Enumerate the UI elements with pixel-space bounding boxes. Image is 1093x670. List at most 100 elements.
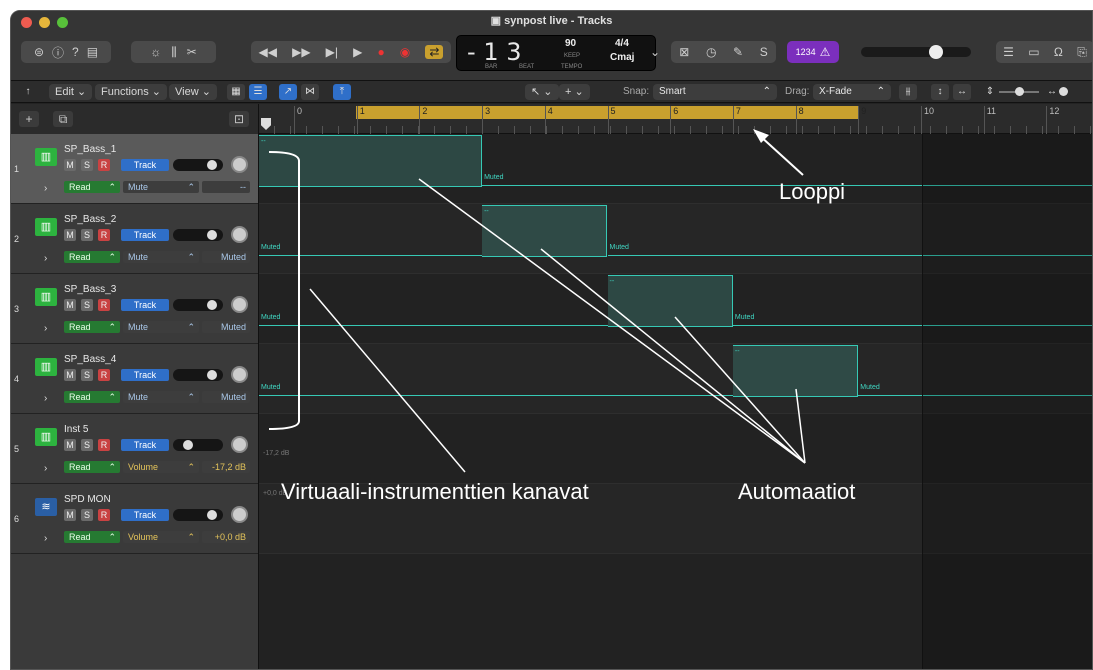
view-menu[interactable]: View ⌄ bbox=[169, 84, 217, 100]
solo-button[interactable]: S bbox=[81, 299, 93, 311]
mute-button[interactable]: M bbox=[64, 509, 76, 521]
capture-record-icon[interactable]: ◉ bbox=[400, 45, 410, 59]
toolbar-icon[interactable]: ▤ bbox=[87, 45, 98, 59]
duplicate-track-button[interactable]: ⧉ bbox=[53, 111, 73, 127]
automation-value[interactable]: +0,0 dB bbox=[202, 531, 250, 543]
track-name[interactable]: SP_Bass_4 bbox=[64, 354, 116, 365]
horizontal-zoom-knob[interactable] bbox=[1059, 87, 1068, 96]
track-automation-button[interactable]: Track bbox=[121, 509, 169, 521]
record-enable-button[interactable]: R bbox=[98, 299, 110, 311]
mute-automation-region[interactable] bbox=[259, 135, 483, 187]
solo-button[interactable]: S bbox=[81, 439, 93, 451]
grid-view-icon[interactable]: ▦ bbox=[227, 84, 245, 100]
track-name[interactable]: Inst 5 bbox=[64, 424, 88, 435]
synth-icon[interactable]: ▥ bbox=[35, 358, 57, 376]
browsers-icon[interactable]: ⎘ bbox=[1077, 45, 1087, 60]
solo-button[interactable]: S bbox=[81, 369, 93, 381]
mute-automation-region[interactable] bbox=[482, 205, 608, 257]
catch-icon[interactable]: ⤒ bbox=[333, 84, 351, 100]
master-volume-slider[interactable] bbox=[861, 41, 971, 63]
pencil-icon[interactable]: ✎ bbox=[733, 45, 743, 59]
editors-icon[interactable]: ✂ bbox=[187, 45, 197, 59]
rewind-icon[interactable]: ◀◀ bbox=[259, 45, 277, 59]
track-automation-button[interactable]: Track bbox=[121, 299, 169, 311]
track-volume-slider[interactable] bbox=[173, 159, 223, 171]
loop-browser-icon[interactable]: Ω bbox=[1054, 45, 1063, 59]
vertical-zoom-slider[interactable]: ⇕ bbox=[981, 84, 999, 100]
vertical-zoom-knob[interactable] bbox=[1015, 87, 1024, 96]
automation-line[interactable] bbox=[259, 325, 608, 326]
info-icon[interactable]: ⓘ bbox=[52, 44, 64, 61]
track-header[interactable]: 3 ▥ SP_Bass_3 M S R Track › Read ⌃ Mute ⌃ … bbox=[11, 274, 258, 344]
pencil-tool-menu[interactable]: + ⌄ bbox=[559, 84, 590, 100]
automation-parameter-select[interactable]: Volume ⌃ bbox=[123, 461, 199, 473]
record-enable-button[interactable]: R bbox=[98, 229, 110, 241]
bar-ruler[interactable]: 0 1 2 3 4 5 6 7 8 9 10 11 12 bbox=[259, 104, 1092, 134]
track-header[interactable]: 4 ▥ SP_Bass_4 M S R Track › Read ⌃ Mute ⌃ … bbox=[11, 344, 258, 414]
solo-button[interactable]: S bbox=[81, 509, 93, 521]
mute-button[interactable]: M bbox=[64, 159, 76, 171]
autopunch-icon[interactable]: ◷ bbox=[706, 45, 716, 59]
disclosure-chevron-icon[interactable]: › bbox=[44, 323, 47, 334]
record-enable-button[interactable]: R bbox=[98, 439, 110, 451]
pan-knob[interactable] bbox=[231, 436, 248, 453]
disclosure-chevron-icon[interactable]: › bbox=[44, 183, 47, 194]
disclosure-chevron-icon[interactable]: › bbox=[44, 533, 47, 544]
slider-knob[interactable] bbox=[183, 440, 193, 450]
record-enable-button[interactable]: R bbox=[98, 159, 110, 171]
play-icon[interactable]: ▶ bbox=[353, 45, 362, 59]
synth-icon[interactable]: ▥ bbox=[35, 218, 57, 236]
automation-mode-select[interactable]: Read ⌃ bbox=[64, 251, 120, 263]
disclosure-chevron-icon[interactable]: › bbox=[44, 393, 47, 404]
list-view-icon[interactable]: ☰ bbox=[249, 84, 267, 100]
mute-button[interactable]: M bbox=[64, 439, 76, 451]
automation-value[interactable]: Muted bbox=[202, 321, 250, 333]
solo-button[interactable]: S bbox=[81, 159, 93, 171]
master-volume-knob[interactable] bbox=[929, 45, 943, 59]
track-name[interactable]: SP_Bass_2 bbox=[64, 214, 116, 225]
global-tracks-button[interactable]: ⊡ bbox=[229, 111, 249, 127]
up-arrow-icon[interactable]: ↑ bbox=[19, 84, 37, 100]
list-editors-icon[interactable]: ☰ bbox=[1003, 45, 1014, 59]
disclosure-chevron-icon[interactable]: › bbox=[44, 463, 47, 474]
mute-button[interactable]: M bbox=[64, 299, 76, 311]
pan-knob[interactable] bbox=[231, 506, 248, 523]
mute-button[interactable]: M bbox=[64, 229, 76, 241]
mixer-icon[interactable]: ⫼ bbox=[171, 45, 177, 60]
slider-knob[interactable] bbox=[207, 230, 217, 240]
track-header[interactable]: 6 ≋ SPD MON M S R Track › Read ⌃ Volume ⌃ … bbox=[11, 484, 258, 554]
library-icon[interactable]: ⊜ bbox=[34, 45, 44, 59]
automation-parameter-select[interactable]: Volume ⌃ bbox=[123, 531, 199, 543]
synth-icon[interactable]: ▥ bbox=[35, 428, 57, 446]
automation-mode-select[interactable]: Read ⌃ bbox=[64, 461, 120, 473]
track-volume-slider[interactable] bbox=[173, 439, 223, 451]
drag-select[interactable]: X-Fade ⌃ bbox=[813, 84, 891, 100]
pan-knob[interactable] bbox=[231, 226, 248, 243]
track-volume-slider[interactable] bbox=[173, 369, 223, 381]
audio-wave-icon[interactable]: ≋ bbox=[35, 498, 57, 516]
record-enable-button[interactable]: R bbox=[98, 509, 110, 521]
automation-mode-select[interactable]: Read ⌃ bbox=[64, 321, 120, 333]
disclosure-chevron-icon[interactable]: › bbox=[44, 253, 47, 264]
automation-value[interactable]: Muted bbox=[202, 251, 250, 263]
snap-select[interactable]: Smart ⌃ bbox=[653, 84, 777, 100]
automation-parameter-select[interactable]: Mute ⌃ bbox=[123, 391, 199, 403]
record-enable-button[interactable]: R bbox=[98, 369, 110, 381]
help-icon[interactable]: ? bbox=[72, 45, 79, 59]
automation-icon[interactable]: ↗ bbox=[279, 84, 297, 100]
automation-value[interactable]: -17,2 dB bbox=[202, 461, 250, 473]
automation-mode-select[interactable]: Read ⌃ bbox=[64, 531, 120, 543]
synth-icon[interactable]: ▥ bbox=[35, 288, 57, 306]
functions-menu[interactable]: Functions ⌄ bbox=[95, 84, 167, 100]
pan-knob[interactable] bbox=[231, 366, 248, 383]
solo-icon[interactable]: S bbox=[760, 45, 768, 59]
track-header[interactable]: 2 ▥ SP_Bass_2 M S R Track › Read ⌃ Mute ⌃ … bbox=[11, 204, 258, 274]
replace-icon[interactable]: ⊠ bbox=[679, 45, 689, 59]
lcd-dropdown-icon[interactable]: ⌄ bbox=[649, 41, 661, 63]
arrange-area[interactable]: 0 1 2 3 4 5 6 7 8 9 10 11 12 -- Muted -- Muted Muted -- Mu… bbox=[258, 104, 1092, 669]
edit-menu[interactable]: Edit ⌄ bbox=[49, 84, 93, 100]
track-name[interactable]: SPD MON bbox=[64, 494, 111, 505]
track-volume-slider[interactable] bbox=[173, 299, 223, 311]
track-name[interactable]: SP_Bass_1 bbox=[64, 144, 116, 155]
solo-button[interactable]: S bbox=[81, 229, 93, 241]
